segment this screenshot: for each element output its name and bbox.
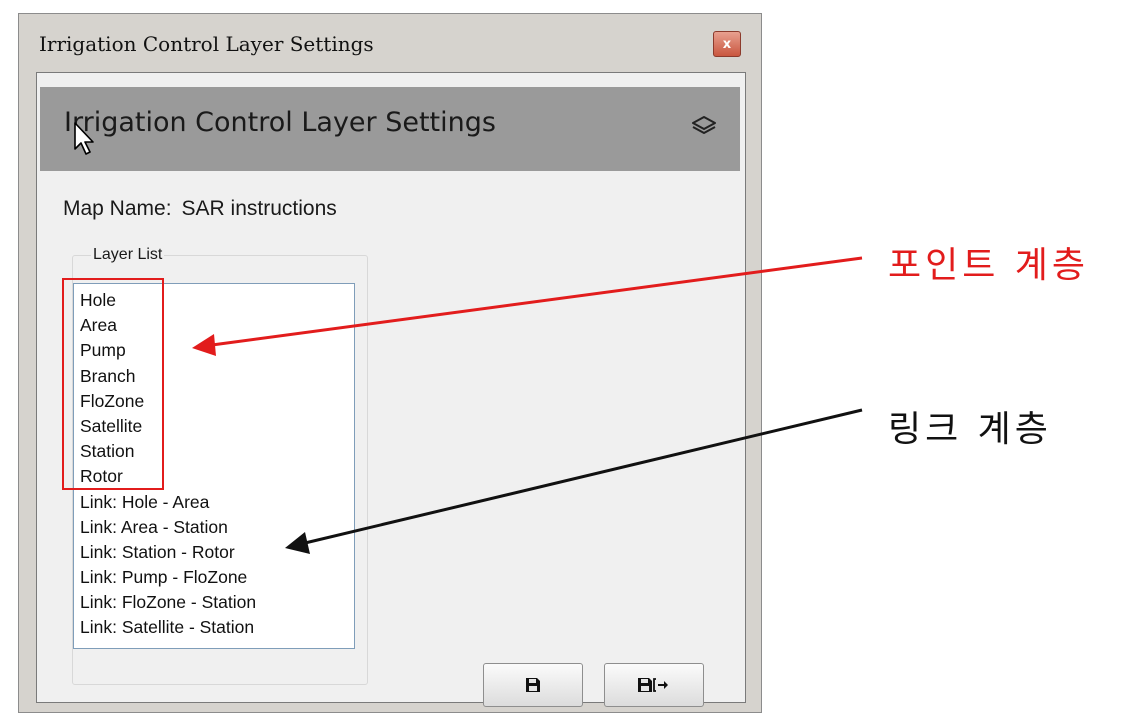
save-exit-icon bbox=[638, 678, 668, 692]
panel-header: Irrigation Control Layer Settings bbox=[40, 87, 740, 171]
title-bar[interactable]: Irrigation Control Layer Settings x bbox=[19, 14, 761, 74]
save-and-exit-button[interactable] bbox=[604, 663, 704, 707]
layer-item-link-satellite-station[interactable]: Link: Satellite - Station bbox=[80, 615, 354, 640]
map-name-value: SAR instructions bbox=[181, 197, 337, 220]
layer-item-link-hole-area[interactable]: Link: Hole - Area bbox=[80, 490, 354, 515]
layer-item-link-station-rotor[interactable]: Link: Station - Rotor bbox=[80, 540, 354, 565]
close-icon: x bbox=[722, 36, 732, 52]
panel-header-title: Irrigation Control Layer Settings bbox=[64, 107, 496, 138]
layers-icon[interactable] bbox=[690, 113, 718, 141]
mouse-cursor-icon bbox=[74, 122, 94, 155]
layer-item-link-area-station[interactable]: Link: Area - Station bbox=[80, 515, 354, 540]
layer-item-link-pump-flozone[interactable]: Link: Pump - FloZone bbox=[80, 565, 354, 590]
window-title: Irrigation Control Layer Settings bbox=[39, 32, 374, 56]
save-icon bbox=[526, 678, 540, 692]
layer-list-legend: Layer List bbox=[91, 246, 165, 264]
link-layers-annotation: 링크 계층 bbox=[888, 409, 1052, 450]
layer-item-link-flozone-station[interactable]: Link: FloZone - Station bbox=[80, 590, 354, 615]
point-layers-highlight-box bbox=[62, 278, 164, 490]
close-button[interactable]: x bbox=[713, 31, 741, 57]
screenshot-stage: Irrigation Control Layer Settings x Irri… bbox=[0, 0, 1126, 723]
point-layers-annotation: 포인트 계층 bbox=[888, 245, 1090, 286]
map-name-label: Map Name: bbox=[63, 197, 172, 220]
map-name-row: Map Name: SAR instructions bbox=[63, 197, 337, 221]
save-button[interactable] bbox=[483, 663, 583, 707]
